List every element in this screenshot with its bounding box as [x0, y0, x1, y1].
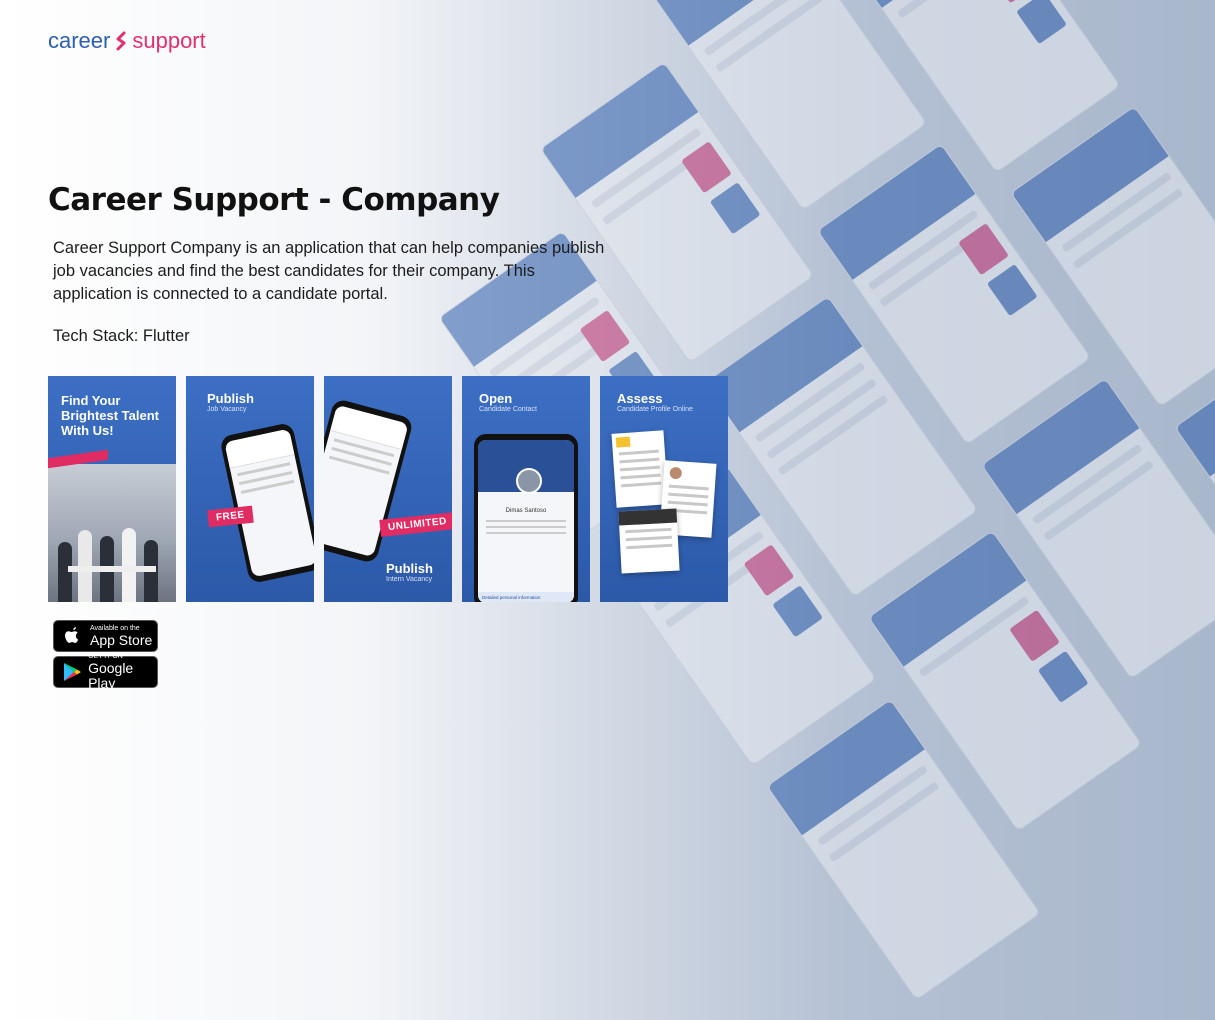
tech-stack: Tech Stack: Flutter — [53, 327, 190, 345]
screenshot-subtitle: Candidate Contact — [479, 406, 537, 413]
screenshot-title: Find Your Brightest Talent With Us! — [61, 393, 159, 438]
resume-document — [618, 508, 680, 574]
phone-mockup — [219, 421, 314, 585]
screenshot-subtitle: Job Vacancy — [207, 406, 247, 413]
resume-document — [611, 430, 669, 508]
screenshot-assess-profile[interactable]: Assess Candidate Profile Online — [600, 376, 728, 602]
screenshot-title: Assess — [617, 391, 663, 406]
google-play-line2: Google Play — [88, 660, 134, 691]
screenshot-title: Publish — [386, 561, 433, 576]
screenshot-publish-intern[interactable]: UNLIMITED Publish Intern Vacancy — [324, 376, 452, 602]
logo-word-career: career — [48, 28, 111, 53]
screenshot-publish-job[interactable]: Publish Job Vacancy FREE — [186, 376, 314, 602]
logo-word-support: support — [132, 28, 206, 53]
unlimited-badge: UNLIMITED — [379, 512, 452, 537]
app-store-badge[interactable]: Available on the App Store — [53, 620, 158, 652]
screenshot-title: Publish — [207, 391, 254, 406]
google-play-badge[interactable]: GET IT ON Google Play — [53, 653, 158, 691]
google-play-icon — [63, 662, 81, 682]
phone-mockup: Dimas Santoso Detailed personal informat… — [474, 434, 578, 602]
apple-icon — [63, 626, 83, 646]
page-title: Career Support - Company — [48, 182, 500, 218]
logo-mark-icon — [116, 31, 126, 51]
screenshot-find-talent[interactable]: Find Your Brightest Talent With Us! — [48, 376, 176, 602]
candidate-name: Dimas Santoso — [505, 508, 547, 514]
screenshot-title: Open — [479, 391, 513, 406]
screenshot-subtitle: Candidate Profile Online — [617, 406, 693, 413]
screenshot-subtitle: Intern Vacancy — [386, 576, 433, 583]
detail-info-bar: Detailed personal information — [478, 592, 574, 602]
app-store-line2: App Store — [90, 631, 153, 648]
screenshot-open-contact[interactable]: Open Candidate Contact Dimas Santoso Det… — [462, 376, 590, 602]
career-support-logo: career support — [48, 28, 206, 54]
phone-mockup — [324, 397, 415, 565]
app-description: Career Support Company is an application… — [53, 239, 605, 303]
team-photo — [48, 449, 176, 602]
